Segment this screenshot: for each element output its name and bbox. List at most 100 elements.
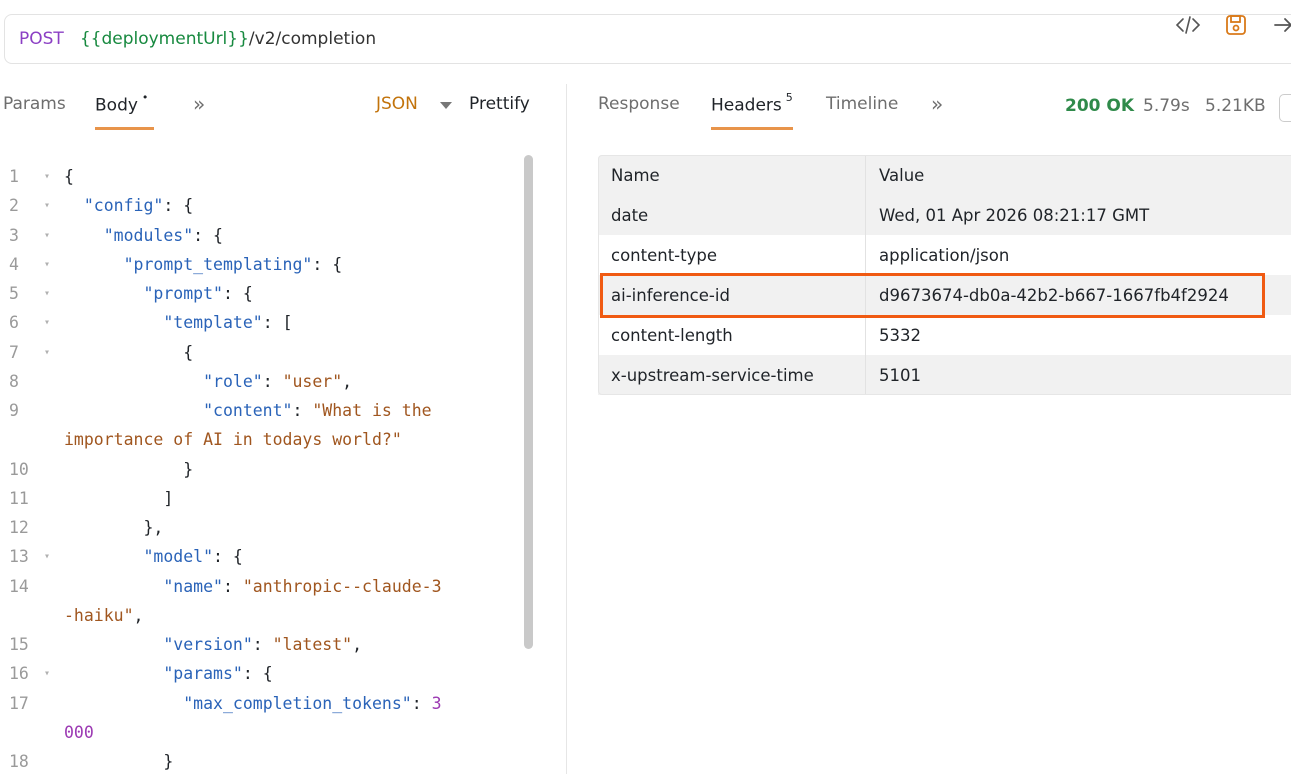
json-punctuation: }	[64, 459, 194, 479]
editor-scrollbar[interactable]	[524, 155, 533, 649]
json-punctuation: :	[222, 576, 243, 596]
fold-toggle-icon[interactable]: ▾	[44, 221, 50, 250]
url-bar[interactable]: POST {{deploymentUrl}}/v2/completion	[4, 14, 1291, 64]
tab-headers[interactable]: Headers 5	[711, 91, 793, 130]
headers-table: Name Value date Wed, 01 Apr 2026 08:21:1…	[598, 155, 1291, 395]
fold-toggle-icon[interactable]: ▾	[44, 279, 50, 308]
header-value[interactable]: application/json	[879, 246, 1009, 265]
fold-toggle-icon[interactable]: ▾	[44, 250, 50, 279]
column-header-name: Name	[611, 165, 660, 185]
chevron-down-icon[interactable]	[440, 102, 452, 109]
header-value[interactable]: Wed, 01 Apr 2026 08:21:17 GMT	[879, 206, 1149, 225]
table-row[interactable]: date Wed, 01 Apr 2026 08:21:17 GMT	[598, 195, 1291, 235]
code-text: }	[64, 455, 193, 484]
fold-toggle-icon[interactable]: ▾	[44, 338, 50, 367]
fold-toggle-icon[interactable]: ▾	[44, 308, 50, 337]
code-text: "params": {	[64, 659, 272, 688]
json-key: "version"	[163, 635, 253, 654]
url-toolbar	[1174, 12, 1291, 38]
line-number: 9	[9, 401, 19, 420]
json-number: 3	[431, 693, 442, 713]
line-number: 3	[9, 225, 19, 245]
status-code: 200 OK	[1065, 96, 1135, 116]
header-value[interactable]: 5101	[879, 366, 921, 385]
line-number: 8	[9, 371, 19, 391]
header-value[interactable]: d9673674-db0a-42b2-b667-1667fb4f2924	[879, 286, 1229, 305]
json-punctuation: },	[64, 518, 164, 537]
active-tab-underline	[95, 127, 155, 130]
json-key: "content"	[203, 401, 293, 420]
prettify-button[interactable]: Prettify	[469, 94, 530, 114]
fold-toggle-icon[interactable]: ▾	[44, 542, 50, 571]
tab-headers-label: Headers	[711, 95, 782, 116]
json-string: "latest"	[272, 635, 353, 654]
code-text: ]	[64, 484, 173, 513]
code-text: "model": {	[64, 542, 243, 571]
json-string: importance of AI in todays world?"	[64, 430, 402, 450]
column-separator	[865, 235, 866, 275]
code-text: "role": "user",	[64, 367, 352, 396]
http-method[interactable]: POST	[19, 29, 64, 49]
json-string: "What is the	[312, 401, 432, 420]
json-punctuation: ,	[352, 635, 363, 654]
column-separator	[865, 195, 866, 235]
json-punctuation: :	[252, 635, 273, 654]
table-row[interactable]: x-upstream-service-time 5101	[598, 355, 1291, 395]
json-punctuation: {	[64, 342, 194, 362]
json-key: "params"	[163, 664, 243, 684]
request-url[interactable]: {{deploymentUrl}}/v2/completion	[80, 29, 376, 49]
code-text: "version": "latest",	[64, 630, 362, 659]
response-size: 5.21KB	[1205, 96, 1266, 116]
json-number: 000	[64, 722, 94, 742]
json-punctuation: : {	[213, 547, 243, 567]
json-punctuation: : [	[262, 313, 293, 333]
arrow-right-icon[interactable]	[1270, 12, 1291, 38]
json-punctuation	[64, 255, 124, 274]
code-text: "config": {	[64, 191, 193, 220]
json-string: "user"	[282, 371, 343, 391]
json-punctuation: : {	[163, 196, 194, 216]
collapse-panel-button[interactable]	[1279, 94, 1291, 122]
json-key: "max_completion_tokens"	[183, 693, 412, 713]
json-punctuation: ,	[342, 371, 353, 391]
line-number: 12	[9, 518, 29, 537]
fold-toggle-icon[interactable]: ▾	[44, 162, 50, 191]
json-key: "name"	[163, 576, 223, 596]
json-punctuation: ,	[133, 605, 144, 625]
json-punctuation: : {	[193, 225, 223, 245]
code-icon[interactable]	[1174, 12, 1202, 38]
url-path: /v2/completion	[248, 29, 377, 49]
more-tabs-icon[interactable]: »	[931, 92, 943, 116]
tab-timeline[interactable]: Timeline	[826, 94, 898, 114]
header-name: date	[611, 205, 649, 225]
line-number: 6	[9, 313, 19, 333]
header-name: content-length	[611, 325, 733, 345]
code-text: 000	[64, 718, 94, 747]
json-key: "modules"	[103, 225, 194, 245]
json-punctuation	[64, 196, 84, 215]
code-text: },	[64, 513, 163, 542]
json-punctuation	[64, 664, 163, 683]
line-number: 7	[9, 342, 19, 362]
fold-toggle-icon[interactable]: ▾	[44, 659, 50, 688]
code-text: {	[64, 338, 193, 367]
tab-body-label: Body	[95, 95, 138, 116]
line-number: 16	[9, 664, 29, 684]
header-value[interactable]: 5332	[879, 326, 921, 345]
unsaved-dot: •	[141, 91, 149, 104]
tab-body[interactable]: Body •	[95, 91, 155, 130]
column-separator	[865, 315, 866, 355]
body-format-select[interactable]: JSON	[376, 94, 418, 114]
json-key: "role"	[203, 371, 263, 391]
fold-toggle-icon[interactable]: ▾	[44, 191, 50, 220]
tab-response[interactable]: Response	[598, 94, 680, 114]
table-row[interactable]: content-type application/json	[598, 235, 1291, 275]
table-row[interactable]: ai-inference-id d9673674-db0a-42b2-b667-…	[598, 275, 1291, 315]
save-icon[interactable]	[1222, 12, 1250, 38]
table-row[interactable]: content-length 5332	[598, 315, 1291, 355]
code-text: "max_completion_tokens": 3	[64, 689, 442, 718]
tab-params[interactable]: Params	[3, 94, 66, 114]
json-key: "prompt_templating"	[123, 254, 313, 274]
pane-divider[interactable]	[566, 84, 567, 774]
more-tabs-icon[interactable]: »	[193, 92, 205, 116]
